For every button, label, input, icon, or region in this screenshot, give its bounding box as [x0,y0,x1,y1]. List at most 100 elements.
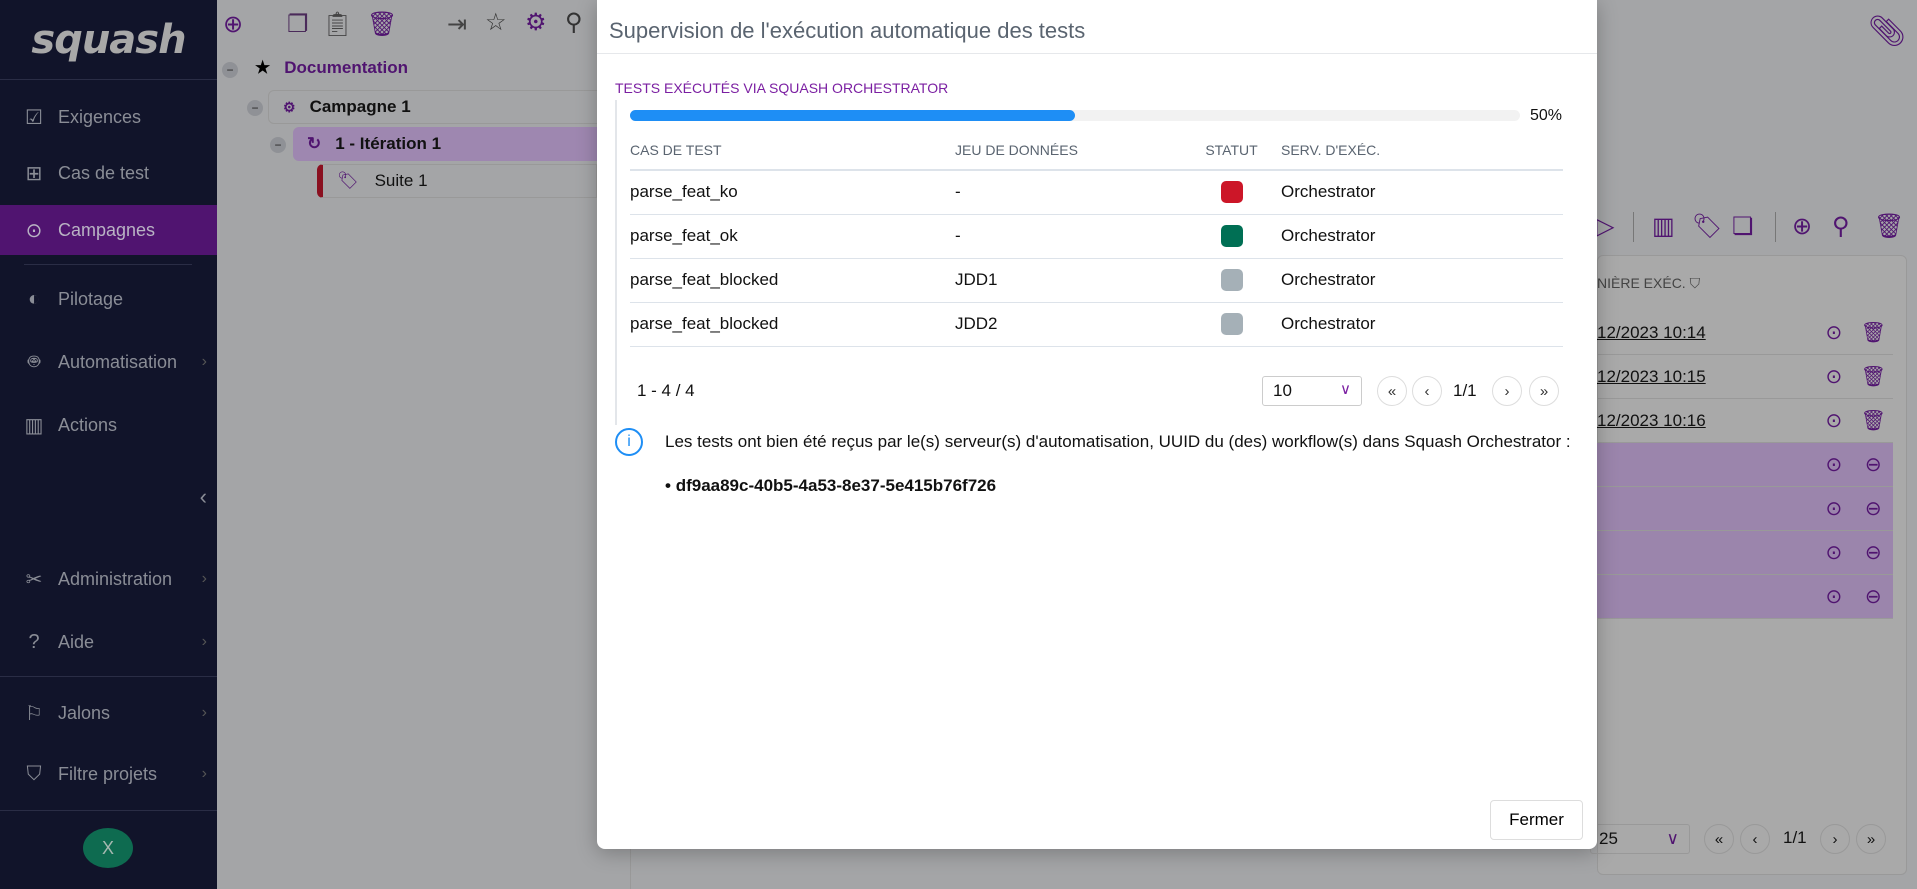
play-icon[interactable]: ⊙ [1814,496,1853,521]
delete-icon[interactable]: 🗑︎ [1854,320,1893,345]
search-icon[interactable]: ⚲ [565,8,583,37]
nav-cas-de-test[interactable]: ⊞ Cas de test [0,148,217,198]
prev-page-button[interactable]: ‹ [1412,376,1442,406]
test-name: parse_feat_blocked [630,302,955,347]
first-page-button[interactable]: « [1704,824,1734,854]
table-row[interactable]: ⊙ ⊖ [1597,487,1893,531]
execute-icon[interactable]: ▷ [1596,212,1614,241]
dataset: JDD1 [955,258,1190,303]
paperclip-icon[interactable]: 📎︎ [1868,14,1906,49]
nav-filtre-projets[interactable]: ⛉ Filtre projets › [0,749,217,799]
remove-icon[interactable]: ⊖ [1854,496,1893,521]
tag-add-icon[interactable]: 🏷︎ [1692,212,1722,241]
table-row[interactable]: ⊙ ⊖ [1597,443,1893,487]
play-icon[interactable]: ⊙ [1814,584,1853,609]
select-icon[interactable]: ❏ [1732,212,1754,241]
add-icon[interactable]: ⊕ [223,10,243,39]
nav-label: Administration [58,568,173,589]
refresh-icon: ↻ [307,134,322,153]
delete-icon[interactable]: 🗑︎ [367,10,397,39]
collapse-toggle[interactable]: − [270,137,286,153]
help-icon: ? [28,630,40,653]
delete-icon[interactable]: 🗑︎ [1874,212,1904,241]
node-label: 1 - Itération 1 [335,134,442,153]
add-icon[interactable]: ⊕ [1792,212,1812,241]
tree-node-campaign[interactable]: ⚙ Campagne 1 [268,90,598,124]
node-label: Campagne 1 [309,97,411,116]
collapse-toggle[interactable]: − [247,100,263,116]
star-icon[interactable]: ☆ [485,8,507,37]
tree-node-suite[interactable]: 🏷︎ Suite 1 [317,164,597,198]
remove-icon[interactable]: ⊖ [1854,540,1893,565]
exec-date-link[interactable]: 12/2023 10:15 [1597,367,1794,387]
collapse-sidebar-button[interactable]: ‹ [0,472,217,522]
column-header: SERV. D'EXÉC. [1273,130,1563,171]
page-size-select[interactable]: 25 ∨ [1590,824,1690,854]
column-header: JEU DE DONNÉES [955,130,1190,171]
pie-icon: ◐ [27,287,41,310]
column-header-last-exec[interactable]: NIÈRE EXÉC. ⛉ [1597,275,1700,292]
close-button[interactable]: Fermer [1490,800,1583,840]
last-page-button[interactable]: » [1856,824,1886,854]
play-icon[interactable]: ⊙ [1814,320,1853,345]
nav-label: Cas de test [58,162,150,183]
delete-icon[interactable]: 🗑︎ [1854,364,1893,389]
remove-icon[interactable]: ⊖ [1854,452,1893,477]
search-icon[interactable]: ⚲ [1832,212,1850,241]
copy-icon[interactable]: ❐ [287,10,309,39]
exec-date-link[interactable]: 12/2023 10:16 [1597,411,1794,431]
nav-administration[interactable]: ✂ Administration › [0,554,217,604]
play-icon[interactable]: ⊙ [1814,540,1853,565]
table-row: parse_feat_ko - Orchestrator [630,170,1563,215]
table-row: parse_feat_blocked JDD2 Orchestrator [630,302,1563,347]
workflow-uuid: • df9aa89c-40b5-4a53-8e37-5e415b76f726 [665,476,997,495]
play-icon[interactable]: ⊙ [1814,452,1853,477]
columns-icon[interactable]: ▥ [1652,212,1675,241]
tree-node-iteration[interactable]: ↻ 1 - Itération 1 [293,127,597,161]
test-name: parse_feat_ok [630,214,955,259]
nav-jalons[interactable]: ⚐ Jalons › [0,688,217,738]
dialog-title: Supervision de l'exécution automatique d… [597,0,1597,54]
export-icon[interactable]: ⇥ [447,10,467,39]
filter-icon: ⛉ [26,762,42,785]
robot-icon: 🤖︎ [28,351,40,373]
exec-server: Orchestrator [1273,214,1563,259]
table-row[interactable]: ⊙ ⊖ [1597,531,1893,575]
execution-supervision-dialog: Supervision de l'exécution automatique d… [597,0,1597,849]
gear-icon[interactable]: ⚙ [525,8,547,37]
nav-pilotage[interactable]: ◐ Pilotage [0,274,217,324]
table-row[interactable]: 12/2023 10:16 ⊙ 🗑︎ [1597,399,1893,443]
node-label: Documentation [284,58,408,77]
tree-node-project[interactable]: ★ Documentation [255,58,408,78]
nav-exigences[interactable]: ☑ Exigences [0,92,217,142]
first-page-button[interactable]: « [1377,376,1407,406]
nav-actions[interactable]: ▥ Actions [0,400,217,450]
exec-date-link[interactable]: 12/2023 10:14 [1597,323,1794,343]
avatar[interactable]: X [83,828,133,868]
play-icon[interactable]: ⊙ [1814,364,1853,389]
nav-automatisation[interactable]: 🤖︎ Automatisation › [0,337,217,387]
paste-icon[interactable]: 📋︎ [322,10,352,39]
column-header: STATUT [1190,130,1273,171]
page-size-select[interactable]: 10 ∨ [1262,376,1362,406]
prev-page-button[interactable]: ‹ [1740,824,1770,854]
collapse-toggle[interactable]: − [222,62,238,78]
progress-label: 50% [1530,107,1563,124]
delete-icon[interactable]: 🗑︎ [1854,408,1893,433]
table-row[interactable]: ⊙ ⊖ [1597,575,1893,619]
table-row[interactable]: 12/2023 10:14 ⊙ 🗑︎ [1597,311,1893,355]
table-row[interactable]: 12/2023 10:15 ⊙ 🗑︎ [1597,355,1893,399]
nav-aide[interactable]: ? Aide › [0,617,217,667]
tree-toolbar: ⊕ ❐ 📋︎ 🗑︎ ⇥ ☆ ⚙ ⚲ [217,0,597,50]
nav-campagnes[interactable]: ⊙ Campagnes [0,205,217,255]
next-page-button[interactable]: › [1820,824,1850,854]
page-indicator: 1/1 [1453,381,1477,400]
nav-label: Pilotage [58,288,124,309]
remove-icon[interactable]: ⊖ [1854,584,1893,609]
dataset: - [955,170,1190,215]
play-icon[interactable]: ⊙ [1814,408,1853,433]
chevron-down-icon: ∨ [1666,829,1679,848]
last-page-button[interactable]: » [1529,376,1559,406]
next-page-button[interactable]: › [1492,376,1522,406]
tools-icon: ✂ [25,568,43,591]
